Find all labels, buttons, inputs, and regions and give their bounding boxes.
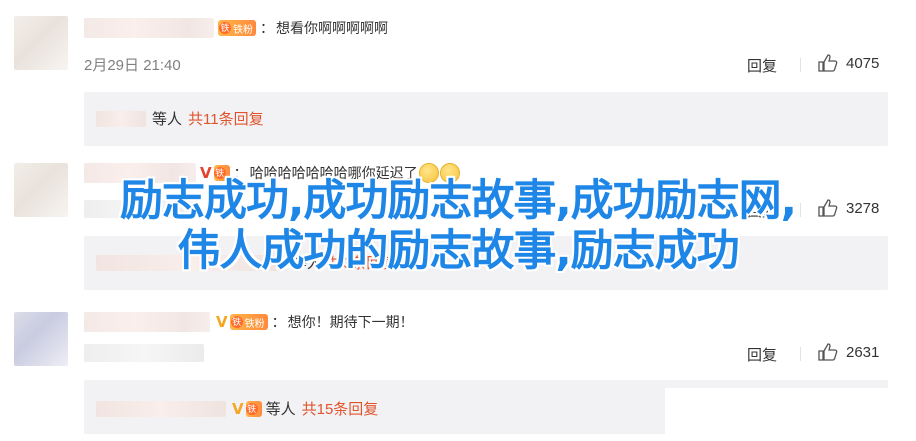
like-count: 2631 xyxy=(846,343,880,361)
like-button[interactable]: 2631 xyxy=(818,343,879,361)
timestamp: 2月29日 21:40 xyxy=(84,57,181,74)
comment-text: 想你！期待下一期！ xyxy=(287,314,414,330)
fan-badge-icon: 铁铁粉 xyxy=(218,20,256,36)
username[interactable] xyxy=(84,312,210,332)
comment-text: 想看你啊啊啊啊啊 xyxy=(276,20,388,36)
avatar[interactable] xyxy=(14,312,68,366)
fan-badge-icon: 铁 xyxy=(245,400,262,417)
reply-button[interactable]: 回复 xyxy=(747,55,777,76)
overlay-line-2: 伟人成功的励志故事,励志成功 xyxy=(177,226,739,276)
reply-button[interactable]: 回复 xyxy=(747,344,777,365)
corner-patch xyxy=(665,388,916,441)
username[interactable] xyxy=(84,18,214,38)
reply-count-link[interactable]: 共11条回复 xyxy=(188,108,264,129)
like-button[interactable]: 4075 xyxy=(818,54,879,72)
like-count: 4075 xyxy=(846,54,880,72)
v-badge-icon: V xyxy=(232,399,244,418)
thumbs-up-icon xyxy=(818,343,838,361)
divider xyxy=(800,347,801,361)
v-badge-icon: V xyxy=(216,313,228,331)
avatar[interactable] xyxy=(14,16,68,70)
reply-count-link[interactable]: 共15条回复 xyxy=(302,398,379,419)
divider xyxy=(800,58,801,72)
reply-summary[interactable]: 等人 共11条回复 xyxy=(84,92,888,146)
thumbs-up-icon xyxy=(818,54,838,72)
overlay-line-1: 励志成功,成功励志故事,成功励志网, xyxy=(119,176,797,226)
overlay-title: 励志成功,成功励志故事,成功励志网, 伟人成功的励志故事,励志成功 xyxy=(0,176,916,276)
fan-badge-icon: 铁铁粉 xyxy=(229,314,268,330)
timestamp xyxy=(84,344,204,362)
